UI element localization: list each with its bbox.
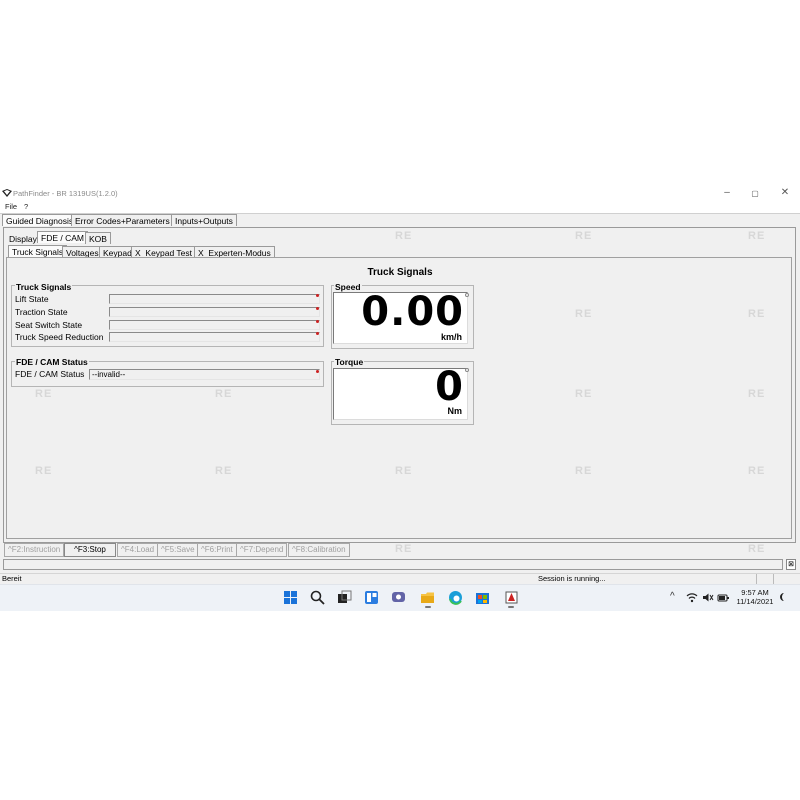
tab-error-codes[interactable]: Error Codes+Parameters <box>71 214 174 226</box>
watermark: RE <box>575 308 593 320</box>
session-status: Session is running... <box>538 574 606 583</box>
edge-browser-icon[interactable] <box>448 590 463 605</box>
app-logo-icon <box>2 189 12 197</box>
tab-inputs-outputs[interactable]: Inputs+Outputs <box>171 214 237 226</box>
status-divider <box>756 574 757 584</box>
volume-icon[interactable] <box>702 592 714 603</box>
wifi-icon[interactable] <box>686 592 698 603</box>
speed-reduction-label: Truck Speed Reduction <box>15 332 104 342</box>
watermark: RE <box>748 230 766 242</box>
fde-status-field: --invalid-- <box>89 369 320 380</box>
windows-start-icon[interactable] <box>283 590 298 605</box>
watermark: RE <box>575 465 593 477</box>
store-icon[interactable] <box>475 590 490 605</box>
running-indicator <box>425 606 431 608</box>
menu-bar <box>0 202 800 213</box>
watermark: RE <box>395 543 413 555</box>
watermark: RE <box>575 230 593 242</box>
menu-file[interactable]: File <box>5 202 17 211</box>
status-divider <box>773 574 774 584</box>
progress-field <box>3 559 783 570</box>
page-title: Truck Signals <box>367 267 433 278</box>
running-indicator <box>508 606 514 608</box>
watermark: RE <box>748 388 766 400</box>
fde-status-label: FDE / CAM Status <box>15 369 85 379</box>
tab-guided-diagnosis[interactable]: Guided Diagnosis <box>2 214 78 226</box>
status-dot <box>316 307 319 310</box>
stop-button[interactable]: ^F3:Stop <box>64 543 116 557</box>
search-icon[interactable] <box>310 590 325 605</box>
minimize-button[interactable]: – <box>720 187 734 198</box>
torque-value: 0 <box>435 364 464 410</box>
seat-switch-field <box>109 320 320 330</box>
battery-icon[interactable] <box>717 592 730 603</box>
lift-state-label: Lift State <box>15 294 49 304</box>
speed-unit: km/h <box>440 332 462 342</box>
traction-state-label: Traction State <box>15 307 68 317</box>
traction-state-field <box>109 307 320 317</box>
pathfinder-app-icon[interactable] <box>504 590 519 605</box>
chat-icon[interactable] <box>391 590 406 605</box>
tab-fde-cam[interactable]: FDE / CAM <box>37 231 88 243</box>
tray-chevron-icon[interactable]: ^ <box>670 591 675 602</box>
save-button[interactable]: ^F5:Save <box>157 543 199 557</box>
file-explorer-icon[interactable] <box>420 590 435 605</box>
torque-indicator-icon <box>465 368 469 372</box>
instruction-button[interactable]: ^F2:Instruction <box>4 543 65 557</box>
depend-button[interactable]: ^F7:Depend <box>236 543 288 557</box>
window-title: PathFinder - BR 1319US(1.2.0) <box>13 189 118 198</box>
tab-truck-signals[interactable]: Truck Signals <box>8 245 68 257</box>
calibration-button[interactable]: ^F8:Calibration <box>288 543 350 557</box>
clock-time[interactable]: 9:57 AM <box>738 588 772 597</box>
speed-indicator-icon <box>465 293 469 297</box>
print-button[interactable]: ^F6:Print <box>197 543 237 557</box>
status-dot <box>316 370 319 373</box>
status-text: Bereit <box>2 574 22 583</box>
lift-state-field <box>109 294 320 304</box>
status-dot <box>316 320 319 323</box>
notification-icon[interactable] <box>778 592 790 604</box>
close-button[interactable]: ✕ <box>778 187 792 198</box>
watermark: RE <box>748 543 766 555</box>
speed-reduction-field <box>109 332 320 342</box>
watermark: RE <box>215 388 233 400</box>
watermark: RE <box>748 308 766 320</box>
maximize-button[interactable]: ▢ <box>748 189 762 198</box>
seat-switch-label: Seat Switch State <box>15 320 83 330</box>
task-view-icon[interactable] <box>337 590 352 605</box>
watermark: RE <box>35 388 53 400</box>
tab-kob[interactable]: KOB <box>85 232 111 244</box>
expand-icon[interactable]: ⊠ <box>786 559 796 570</box>
title-bar <box>0 186 800 202</box>
watermark: RE <box>35 465 53 477</box>
watermark: RE <box>575 388 593 400</box>
watermark: RE <box>748 465 766 477</box>
tab-display[interactable]: Display <box>6 233 40 245</box>
status-dot <box>316 332 319 335</box>
fde-status-title: FDE / CAM Status <box>15 357 89 367</box>
watermark: RE <box>395 230 413 242</box>
clock-date[interactable]: 11/14/2021 <box>736 597 774 606</box>
status-dot <box>316 294 319 297</box>
menu-help[interactable]: ? <box>24 202 28 211</box>
truck-signals-title: Truck Signals <box>15 282 73 292</box>
watermark: RE <box>215 465 233 477</box>
status-bar <box>0 573 800 584</box>
torque-unit: Nm <box>447 406 462 416</box>
watermark: RE <box>395 465 413 477</box>
load-button[interactable]: ^F4:Load <box>117 543 159 557</box>
widgets-icon[interactable] <box>364 590 379 605</box>
speed-value: 0.00 <box>361 289 464 335</box>
